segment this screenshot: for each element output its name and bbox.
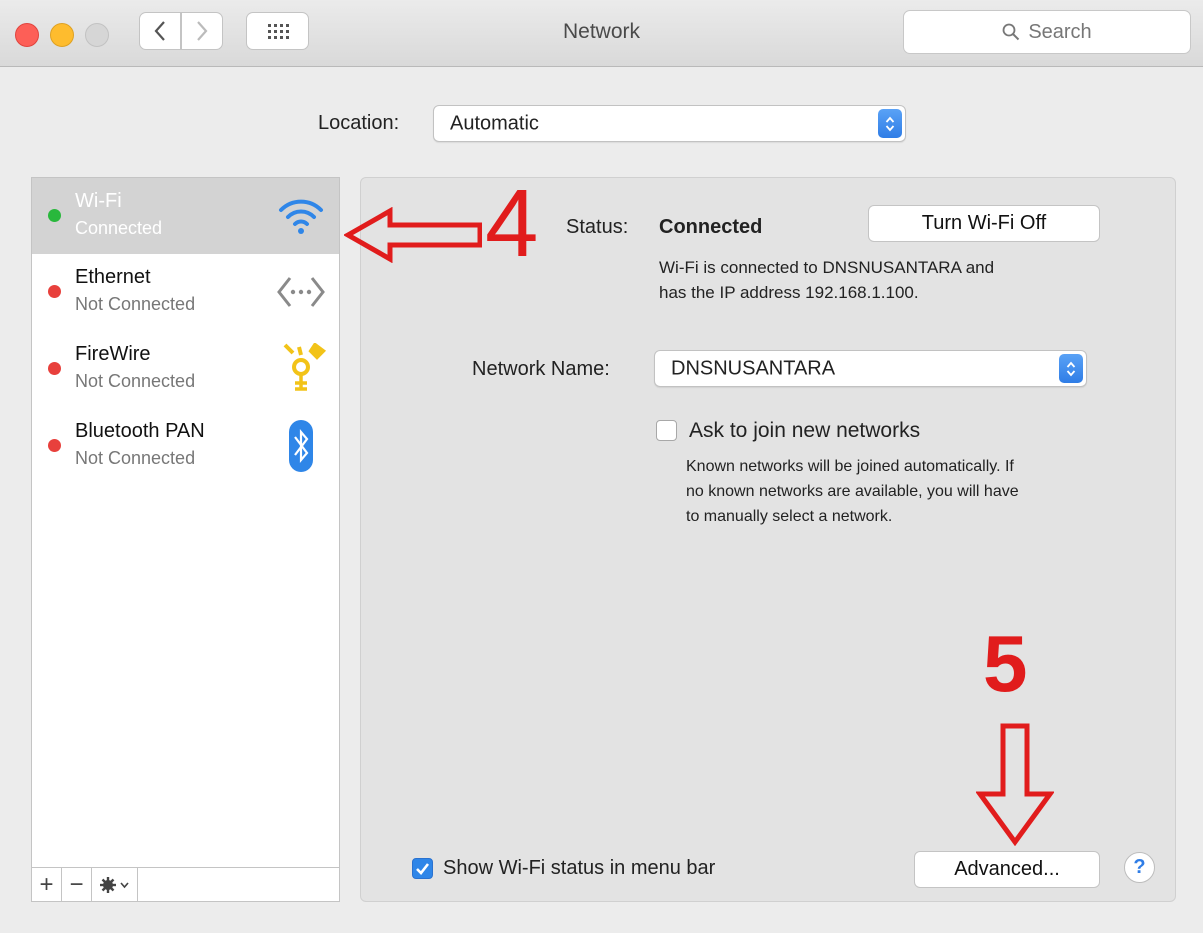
- service-name: Wi-Fi: [75, 190, 122, 212]
- search-field[interactable]: Search: [903, 10, 1191, 54]
- popup-stepper-icon: [878, 109, 902, 138]
- chevron-down-icon: [120, 881, 129, 888]
- turn-wifi-off-button[interactable]: Turn Wi-Fi Off: [868, 205, 1100, 242]
- service-item-ethernet[interactable]: Ethernet Not Connected: [32, 254, 339, 330]
- close-window-button[interactable]: [15, 23, 39, 47]
- ask-to-join-label[interactable]: Ask to join new networks: [689, 419, 920, 443]
- minimize-window-button[interactable]: [50, 23, 74, 47]
- ethernet-icon: [277, 277, 325, 307]
- annotation-arrow-down: [976, 723, 1054, 846]
- show-wifi-status-label[interactable]: Show Wi-Fi status in menu bar: [443, 857, 715, 880]
- ask-to-join-description-line2: no known networks are available, you wil…: [686, 483, 1019, 500]
- network-name-label: Network Name:: [472, 358, 610, 380]
- grid-icon: [267, 24, 289, 39]
- network-name-value: DNSNUSANTARA: [671, 357, 836, 379]
- location-popup[interactable]: Automatic: [433, 105, 906, 142]
- service-item-firewire[interactable]: FireWire Not Connected: [32, 331, 339, 407]
- wifi-icon: [279, 199, 323, 234]
- ask-to-join-checkbox[interactable]: [656, 420, 677, 441]
- show-wifi-status-checkbox[interactable]: [412, 858, 433, 879]
- service-list-toolbar: + −: [32, 867, 339, 901]
- help-button[interactable]: ?: [1124, 852, 1155, 883]
- location-label: Location:: [318, 112, 400, 134]
- annotation-step-4: 4: [485, 170, 539, 277]
- network-name-popup[interactable]: DNSNUSANTARA: [654, 350, 1087, 387]
- annotation-arrow-left: [344, 207, 482, 263]
- status-description-line2: has the IP address 192.168.1.100.: [659, 283, 919, 302]
- chevron-left-icon: [154, 21, 165, 41]
- ask-to-join-description-line1: Known networks will be joined automatica…: [686, 458, 1014, 475]
- title-bar: Network Search: [0, 0, 1203, 67]
- service-name: Bluetooth PAN: [75, 420, 205, 442]
- firewire-icon: [283, 343, 327, 391]
- add-service-button[interactable]: +: [32, 868, 62, 901]
- gear-icon: [100, 876, 116, 893]
- service-status: Not Connected: [75, 371, 196, 391]
- service-status: Not Connected: [75, 294, 196, 314]
- service-status: Connected: [75, 218, 163, 238]
- service-name: FireWire: [75, 343, 151, 365]
- status-dot: [48, 209, 61, 222]
- show-all-button[interactable]: [246, 12, 309, 50]
- service-list: Wi-Fi Connected Ethernet Not Connected F…: [31, 177, 340, 902]
- bluetooth-icon: [289, 420, 313, 472]
- checkmark-icon: [416, 863, 430, 875]
- status-value: Connected: [659, 216, 763, 238]
- zoom-window-button: [85, 23, 109, 47]
- ask-to-join-description-line3: to manually select a network.: [686, 508, 893, 525]
- advanced-button[interactable]: Advanced...: [914, 851, 1100, 888]
- action-menu-button[interactable]: [92, 868, 138, 901]
- annotation-step-5: 5: [983, 619, 1028, 708]
- status-dot: [48, 285, 61, 298]
- forward-button[interactable]: [181, 12, 223, 50]
- back-button[interactable]: [139, 12, 181, 50]
- service-name: Ethernet: [75, 266, 151, 288]
- chevron-right-icon: [197, 21, 208, 41]
- search-icon: [1002, 23, 1020, 41]
- service-status: Not Connected: [75, 448, 196, 468]
- service-item-wifi[interactable]: Wi-Fi Connected: [32, 178, 339, 254]
- service-item-bluetooth-pan[interactable]: Bluetooth PAN Not Connected: [32, 408, 339, 484]
- status-dot: [48, 439, 61, 452]
- status-description-line1: Wi-Fi is connected to DNSNUSANTARA and: [659, 258, 995, 277]
- remove-service-button[interactable]: −: [62, 868, 92, 901]
- status-dot: [48, 362, 61, 375]
- location-value: Automatic: [450, 112, 539, 134]
- search-placeholder: Search: [1028, 20, 1092, 43]
- popup-stepper-icon: [1059, 354, 1083, 383]
- status-label: Status:: [566, 216, 629, 238]
